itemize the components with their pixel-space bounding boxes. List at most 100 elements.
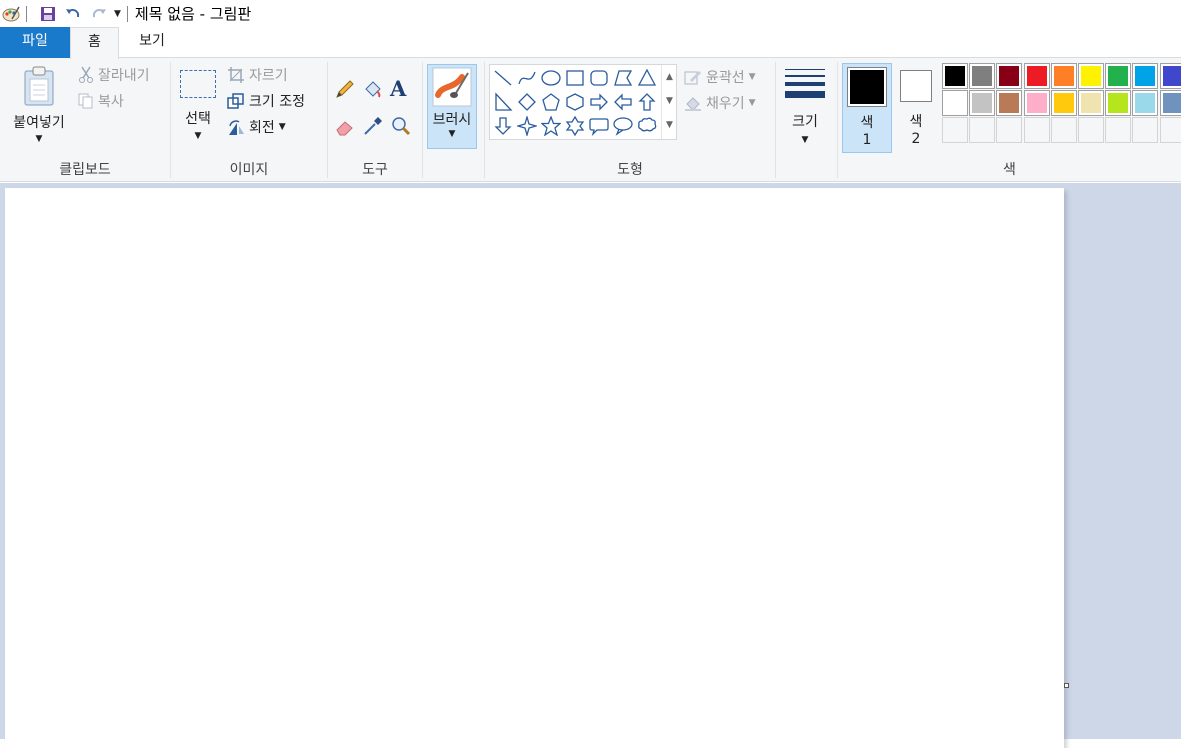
palette-swatch-empty[interactable]: [942, 117, 968, 143]
select-button[interactable]: 선택 ▼: [175, 66, 221, 154]
palette-swatch[interactable]: [1132, 63, 1158, 89]
window-title: 제목 없음 - 그림판: [134, 5, 252, 23]
palette-swatch[interactable]: [1051, 90, 1077, 116]
rotate-button[interactable]: 회전 ▼: [227, 116, 286, 138]
cloud-callout-shape-icon[interactable]: [635, 114, 659, 138]
polygon-shape-icon[interactable]: [611, 66, 635, 90]
palette-swatch-empty[interactable]: [1105, 117, 1131, 143]
hexagon-shape-icon[interactable]: [563, 90, 587, 114]
gallery-scrollbar[interactable]: ▲ ▼ ▼: [661, 65, 677, 139]
palette-swatch[interactable]: [996, 90, 1022, 116]
fill-button[interactable]: 채우기 ▼: [684, 92, 756, 114]
cut-button[interactable]: 잘라내기: [78, 64, 150, 86]
gallery-scroll-down-icon[interactable]: ▼: [662, 89, 677, 113]
palette-swatch[interactable]: [996, 63, 1022, 89]
palette-swatch-empty[interactable]: [1051, 117, 1077, 143]
size-button[interactable]: 크기 ▼: [780, 64, 830, 152]
left-arrow-shape-icon[interactable]: [611, 90, 635, 114]
eraser-icon[interactable]: [334, 115, 356, 137]
palette-swatch[interactable]: [942, 90, 968, 116]
crop-button[interactable]: 자르기: [227, 64, 288, 86]
up-arrow-shape-icon[interactable]: [635, 90, 659, 114]
paste-button[interactable]: 붙여넣기 ▼: [6, 64, 72, 152]
shapes-group-label: 도형: [617, 162, 643, 178]
tab-file[interactable]: 파일: [0, 27, 70, 58]
palette-swatch[interactable]: [1105, 63, 1131, 89]
palette-swatch-fill: [1054, 93, 1074, 113]
tab-home[interactable]: 홈: [70, 27, 119, 59]
text-icon[interactable]: A: [390, 76, 412, 101]
ribbon: 붙여넣기 ▼ 잘라내기 복사 클립보드 선택 ▼ 자르기 크기 조정 회전 ▼ …: [0, 58, 1181, 182]
right-triangle-shape-icon[interactable]: [491, 90, 515, 114]
palette-swatch-empty[interactable]: [996, 117, 1022, 143]
palette-swatch-empty[interactable]: [969, 117, 995, 143]
palette-swatch[interactable]: [1160, 90, 1181, 116]
paint-app-icon[interactable]: [2, 5, 20, 23]
palette-swatch-empty[interactable]: [1132, 117, 1158, 143]
copy-icon: [78, 92, 94, 110]
resize-button[interactable]: 크기 조정: [227, 90, 305, 112]
line-shape-icon[interactable]: [491, 66, 515, 90]
palette-swatch-fill: [972, 66, 992, 86]
palette-swatch[interactable]: [969, 63, 995, 89]
palette-swatch[interactable]: [1078, 63, 1104, 89]
tab-view[interactable]: 보기: [119, 27, 185, 58]
separator: [126, 5, 128, 22]
five-point-star-shape-icon[interactable]: [539, 114, 563, 138]
curve-shape-icon[interactable]: [515, 66, 539, 90]
palette-swatch-empty[interactable]: [1160, 117, 1181, 143]
redo-icon[interactable]: [90, 5, 108, 23]
palette-swatch-fill: [1027, 66, 1047, 86]
crop-label: 자르기: [249, 68, 288, 84]
drawing-canvas[interactable]: [5, 188, 1064, 748]
oval-shape-icon[interactable]: [539, 66, 563, 90]
six-point-star-shape-icon[interactable]: [563, 114, 587, 138]
palette-swatch[interactable]: [1051, 63, 1077, 89]
palette-swatch[interactable]: [969, 90, 995, 116]
title-bar: ▼ 제목 없음 - 그림판: [0, 0, 1181, 27]
outline-button[interactable]: 윤곽선 ▼: [684, 66, 756, 88]
brush-button[interactable]: 브러시 ▼: [427, 64, 477, 149]
shapes-gallery[interactable]: ▲ ▼ ▼: [489, 64, 677, 140]
oval-callout-shape-icon[interactable]: [611, 114, 635, 138]
rectangle-shape-icon[interactable]: [563, 66, 587, 90]
color1-button[interactable]: 색 1: [842, 63, 892, 153]
tools-group: A 도구: [328, 58, 422, 182]
palette-swatch-empty[interactable]: [1024, 117, 1050, 143]
colors-group-label: 색: [1003, 162, 1016, 178]
canvas-resize-handle[interactable]: [1064, 683, 1069, 688]
color-picker-icon[interactable]: [362, 115, 384, 137]
four-point-star-shape-icon[interactable]: [515, 114, 539, 138]
gallery-expand-icon[interactable]: ▼: [662, 113, 677, 137]
save-icon[interactable]: [39, 5, 57, 23]
undo-icon[interactable]: [64, 5, 82, 23]
right-arrow-shape-icon[interactable]: [587, 90, 611, 114]
triangle-shape-icon[interactable]: [635, 66, 659, 90]
down-arrow-shape-icon[interactable]: [491, 114, 515, 138]
pencil-icon[interactable]: [334, 78, 356, 100]
color2-button[interactable]: 색 2: [894, 63, 938, 153]
clipboard-group: 붙여넣기 ▼ 잘라내기 복사 클립보드: [0, 58, 170, 182]
chevron-down-icon: ▼: [748, 72, 756, 82]
palette-swatch[interactable]: [1024, 90, 1050, 116]
palette-swatch[interactable]: [1024, 63, 1050, 89]
customize-dropdown-icon[interactable]: ▼: [114, 9, 121, 19]
fill-bucket-icon[interactable]: [362, 78, 384, 100]
copy-button[interactable]: 복사: [78, 90, 124, 112]
palette-swatch[interactable]: [942, 63, 968, 89]
palette-swatch-empty[interactable]: [1078, 117, 1104, 143]
diamond-shape-icon[interactable]: [515, 90, 539, 114]
rounded-rectangle-shape-icon[interactable]: [587, 66, 611, 90]
magnifier-icon[interactable]: [390, 115, 412, 137]
fill-bucket-icon: [684, 94, 702, 112]
palette-swatch[interactable]: [1132, 90, 1158, 116]
clipboard-icon: [21, 66, 57, 106]
palette-swatch-fill: [1081, 93, 1101, 113]
palette-swatch[interactable]: [1105, 90, 1131, 116]
color1-number: 1: [862, 132, 872, 148]
rounded-callout-shape-icon[interactable]: [587, 114, 611, 138]
pentagon-shape-icon[interactable]: [539, 90, 563, 114]
palette-swatch[interactable]: [1160, 63, 1181, 89]
gallery-scroll-up-icon[interactable]: ▲: [662, 65, 677, 89]
palette-swatch[interactable]: [1078, 90, 1104, 116]
